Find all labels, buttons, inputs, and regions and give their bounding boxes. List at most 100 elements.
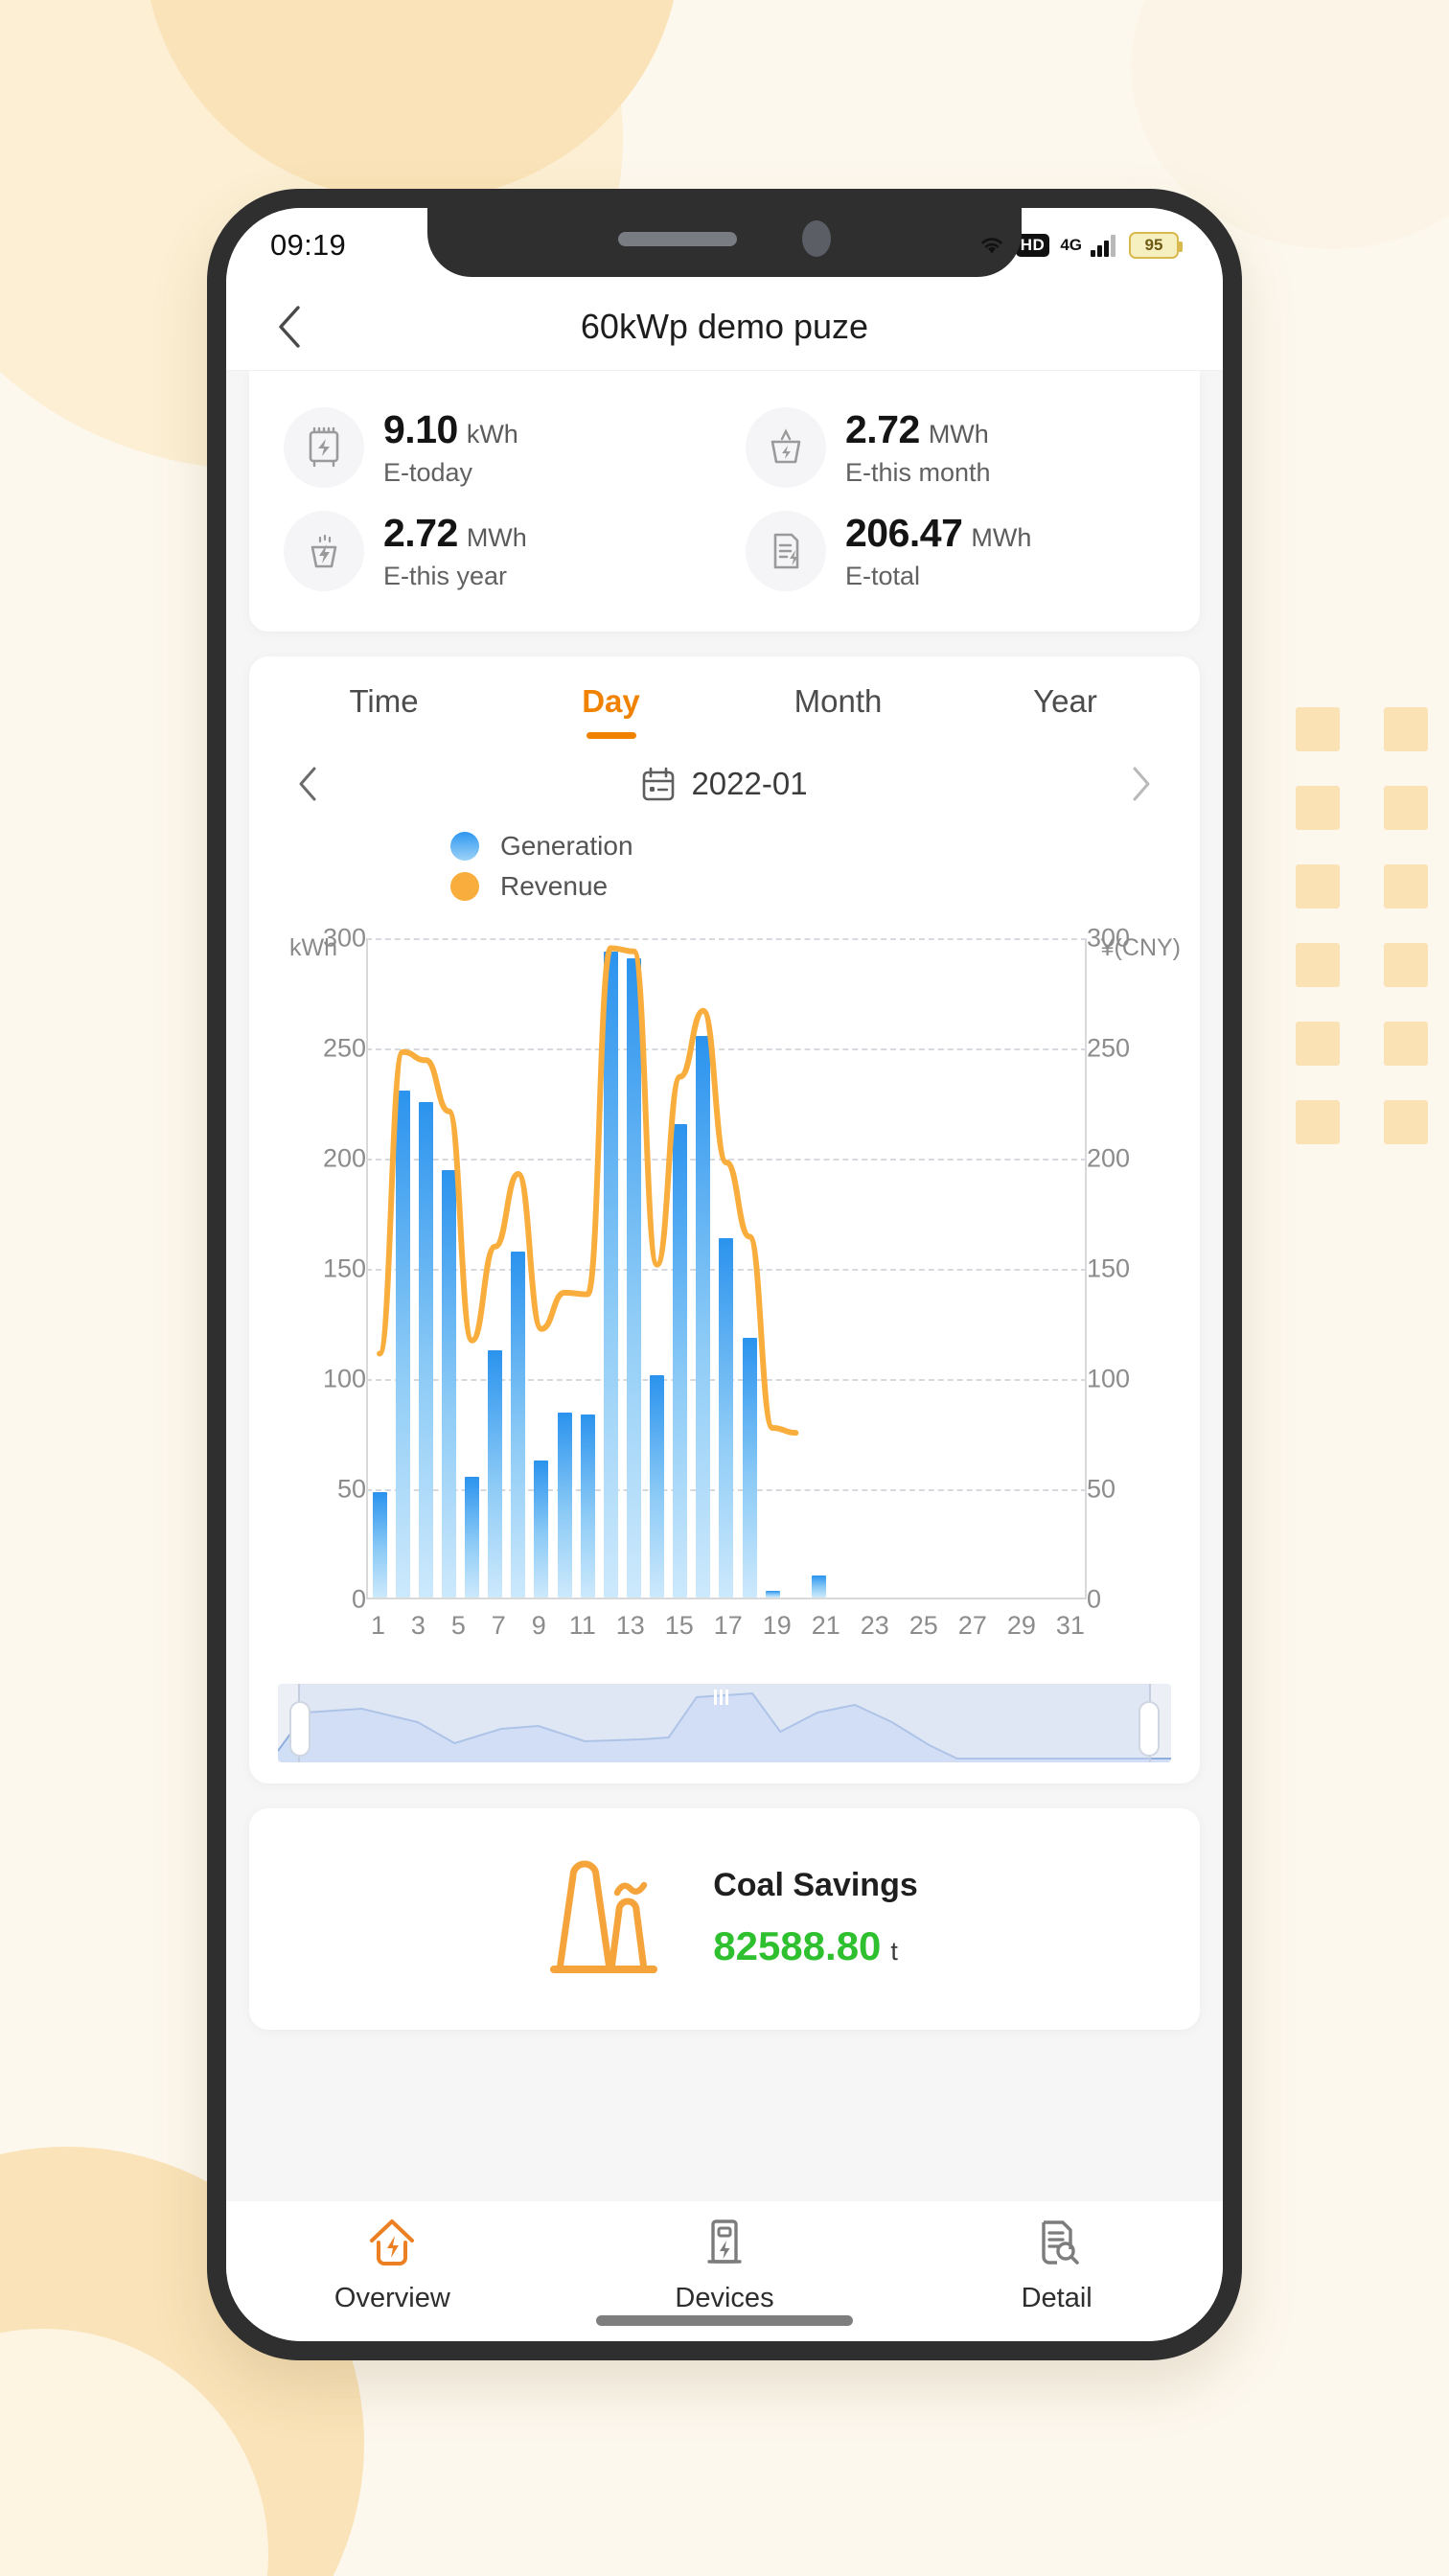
period-tabs: Time Day Month Year xyxy=(249,656,1200,745)
legend-item-revenue[interactable]: Revenue xyxy=(450,871,1200,902)
next-period-button[interactable] xyxy=(1116,758,1167,810)
chart-bar xyxy=(580,1414,595,1598)
chevron-right-icon xyxy=(1133,767,1150,801)
y-tick-right: 250 xyxy=(1087,1033,1131,1063)
range-grip-icon xyxy=(714,1690,735,1705)
nav-item-overview[interactable]: Overview xyxy=(226,2217,559,2314)
energy-bolt-icon xyxy=(284,511,364,591)
chart-canvas[interactable]: 0 50 100 150 200 250 300 0 50 100 150 200 250 300 1.… xyxy=(263,924,1186,1641)
bg-dot-grid xyxy=(1296,707,1428,1144)
stat-unit: kWh xyxy=(466,420,518,448)
chart-range-slider[interactable] xyxy=(278,1684,1171,1762)
x-tick-label: . xyxy=(509,1611,529,1641)
tab-time[interactable]: Time xyxy=(270,683,497,745)
phone-notch xyxy=(427,208,1022,277)
y-tick-left: 250 xyxy=(322,1033,366,1063)
x-tick-label: 13 xyxy=(615,1611,645,1640)
chart-bar xyxy=(372,1491,387,1598)
y-tick-right: 50 xyxy=(1087,1474,1116,1504)
nav-item-devices[interactable]: Devices xyxy=(559,2217,891,2314)
x-tick-label: 1 xyxy=(370,1611,385,1640)
generation-chart-card: Time Day Month Year 2022-01 Generation R… xyxy=(249,656,1200,1783)
x-tick-label: . xyxy=(645,1611,665,1641)
y-tick-left: 200 xyxy=(322,1143,366,1173)
x-tick-label: 7 xyxy=(491,1611,506,1640)
stat-unit: MWh xyxy=(971,523,1032,552)
y-tick-right: 200 xyxy=(1087,1143,1131,1173)
chart-revenue-line xyxy=(368,938,1085,1433)
coal-savings-unit: t xyxy=(890,1937,898,1966)
current-date[interactable]: 2022-01 xyxy=(641,766,808,802)
nav-label-devices: Devices xyxy=(675,2283,774,2313)
x-tick-label: 19 xyxy=(762,1611,792,1640)
x-tick-label: 3 xyxy=(410,1611,426,1640)
date-text: 2022-01 xyxy=(691,766,808,801)
x-tick-label: 23 xyxy=(860,1611,889,1640)
factory-icon xyxy=(531,1851,675,1986)
chart-bar xyxy=(765,1591,780,1598)
x-tick-label: . xyxy=(1036,1611,1056,1641)
coal-savings-value: 82588.80 xyxy=(713,1923,882,1968)
y-tick-left: 0 xyxy=(351,1584,366,1614)
x-tick-label: . xyxy=(549,1611,569,1641)
stat-item-e-today[interactable]: 9.10 kWh E-today xyxy=(263,396,724,499)
y-tick-left: 100 xyxy=(322,1364,366,1393)
stat-value: 2.72 xyxy=(845,407,920,451)
x-tick-label: 17 xyxy=(713,1611,743,1640)
y-tick-right: 300 xyxy=(1087,923,1131,953)
bottom-navigation: Overview Devices Detail xyxy=(226,2201,1223,2341)
x-tick-label: 5 xyxy=(450,1611,466,1640)
status-bar: 09:19 HD 4G 95 xyxy=(226,208,1223,283)
back-button[interactable] xyxy=(264,302,314,352)
x-tick-label: 11 xyxy=(568,1611,596,1640)
stat-item-e-this-year[interactable]: 2.72 MWh E-this year xyxy=(263,499,724,603)
tab-year[interactable]: Year xyxy=(952,683,1179,745)
x-tick-label: . xyxy=(987,1611,1007,1641)
home-bolt-icon xyxy=(365,2217,419,2273)
stat-item-e-this-month[interactable]: 2.72 MWh E-this month xyxy=(724,396,1186,499)
x-tick-label: . xyxy=(792,1611,812,1641)
range-handle-left[interactable] xyxy=(288,1701,310,1757)
nav-label-overview: Overview xyxy=(334,2283,450,2313)
legend-color-revenue xyxy=(450,872,479,901)
x-axis xyxy=(366,1598,1087,1599)
nav-item-detail[interactable]: Detail xyxy=(890,2217,1223,2314)
y-tick-left: 150 xyxy=(322,1254,366,1283)
y-tick-left: 300 xyxy=(322,923,366,953)
battery-level: 95 xyxy=(1144,236,1163,254)
x-tick-label: . xyxy=(694,1611,714,1641)
x-tick-label: 29 xyxy=(1006,1611,1036,1640)
x-tick-label: . xyxy=(469,1611,489,1641)
x-tick-label: 9 xyxy=(531,1611,546,1640)
stat-label: E-total xyxy=(845,562,921,590)
chart-bar xyxy=(557,1412,572,1598)
earpiece-speaker xyxy=(618,231,737,246)
y-tick-right: 150 xyxy=(1087,1254,1131,1283)
front-camera xyxy=(802,220,831,257)
x-tick-label: 21 xyxy=(811,1611,840,1640)
chart-bar xyxy=(811,1576,826,1598)
range-handle-right[interactable] xyxy=(1138,1701,1161,1757)
stat-label: E-this month xyxy=(845,458,991,487)
wifi-icon xyxy=(978,235,1005,256)
stat-label: E-this year xyxy=(383,562,508,590)
legend-label-generation: Generation xyxy=(500,831,633,861)
date-navigator: 2022-01 xyxy=(249,745,1200,816)
energy-stats-card: 9.10 kWh E-today 2.72 MWh E-this month 2… xyxy=(249,371,1200,632)
network-type-label: 4G xyxy=(1060,236,1082,254)
chevron-left-icon xyxy=(299,767,316,801)
solar-panel-icon xyxy=(284,407,364,488)
x-tick-label: . xyxy=(889,1611,909,1641)
tab-day[interactable]: Day xyxy=(497,683,724,745)
stat-item-e-total[interactable]: 206.47 MWh E-total xyxy=(724,499,1186,603)
stat-unit: MWh xyxy=(466,523,527,552)
home-indicator xyxy=(596,2315,853,2326)
scroll-content[interactable]: 9.10 kWh E-today 2.72 MWh E-this month 2… xyxy=(226,371,1223,2201)
x-tick-label: 31 xyxy=(1055,1611,1085,1640)
legend-item-generation[interactable]: Generation xyxy=(450,831,1200,862)
y-tick-left: 50 xyxy=(336,1474,366,1504)
prev-period-button[interactable] xyxy=(282,758,334,810)
x-tick-label: 27 xyxy=(957,1611,987,1640)
legend-label-revenue: Revenue xyxy=(500,871,609,901)
tab-month[interactable]: Month xyxy=(724,683,952,745)
